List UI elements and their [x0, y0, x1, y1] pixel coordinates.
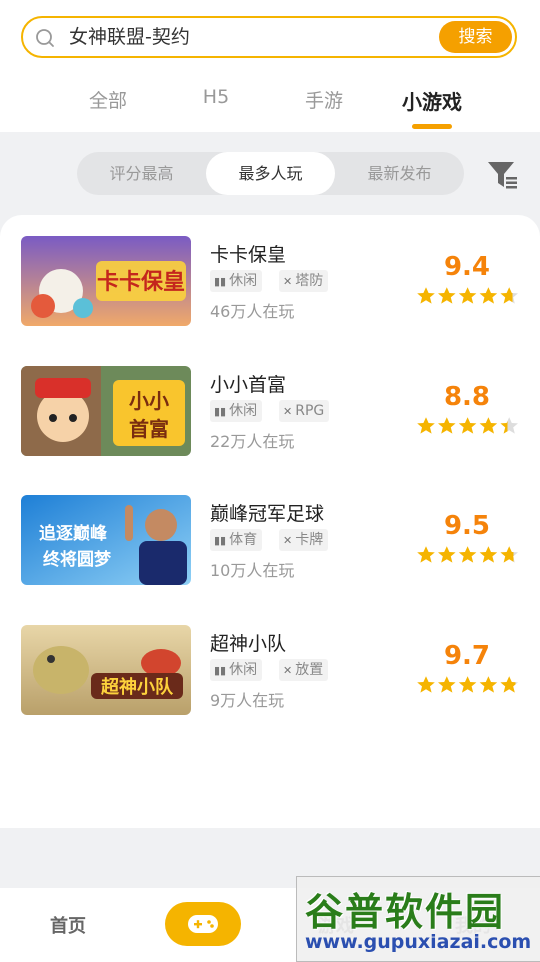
star-icon — [417, 417, 435, 434]
category-tabs: 全部 H5 手游 小游戏 — [0, 80, 540, 132]
tag-type: ✕ 卡牌 — [279, 529, 329, 551]
book-icon: ▮▮ — [214, 534, 227, 547]
game-list: 卡卡保皇 卡卡保皇 ▮▮ 休闲 ✕ 塔防 46万人在玩 9.4 小小 首富 小小首富… — [0, 215, 540, 828]
sort-newest[interactable]: 最新发布 — [335, 152, 464, 195]
nav-games-button[interactable] — [165, 902, 241, 946]
nav-home[interactable]: 首页 — [50, 912, 86, 938]
tag-genre: ▮▮ 休闲 — [210, 400, 263, 422]
game-score: 9.7 — [443, 641, 491, 671]
star-icon — [458, 546, 477, 563]
svg-text:超神小队: 超神小队 — [101, 676, 174, 698]
star-icon — [438, 287, 456, 304]
game-row[interactable]: 小小 首富 小小首富 ▮▮ 休闲 ✕ RPG 22万人在玩 8.8 — [0, 366, 540, 466]
player-count: 10万人在玩 — [210, 561, 295, 580]
header: 女神联盟-契约 搜索 全部 H5 手游 小游戏 — [0, 0, 540, 132]
star-icon — [500, 546, 518, 563]
tab-h5[interactable]: H5 — [171, 86, 261, 108]
search-icon — [36, 29, 54, 47]
svg-text:小小: 小小 — [129, 389, 169, 413]
svg-text:终将圆梦: 终将圆梦 — [43, 549, 112, 570]
watermark-title: 谷普软件园 — [305, 890, 506, 934]
gamepad-icon — [188, 915, 218, 933]
star-icon — [458, 287, 477, 304]
game-name[interactable]: 巅峰冠军足球 — [210, 499, 324, 526]
tag-genre: ▮▮ 休闲 — [210, 659, 263, 681]
sort-segmented-control: 评分最高 最多人玩 最新发布 — [77, 152, 464, 195]
star-icon — [417, 287, 435, 304]
game-score: 8.8 — [443, 382, 491, 412]
star-icon — [417, 546, 435, 563]
watermark: 谷普软件园 www.gupuxiazai.com — [296, 876, 540, 962]
swords-icon: ✕ — [283, 405, 293, 418]
star-icon — [417, 676, 435, 693]
svg-text:追逐巅峰: 追逐巅峰 — [39, 523, 108, 544]
search-bar[interactable]: 女神联盟-契约 搜索 — [21, 16, 517, 58]
search-button[interactable]: 搜索 — [439, 21, 512, 53]
star-icon — [458, 417, 477, 434]
game-thumbnail: 卡卡保皇 — [21, 236, 191, 326]
tab-mini-games[interactable]: 小游戏 — [387, 86, 477, 115]
game-row[interactable]: 超神小队 超神小队 ▮▮ 休闲 ✕ 放置 9万人在玩 9.7 — [0, 625, 540, 725]
game-row[interactable]: 卡卡保皇 卡卡保皇 ▮▮ 休闲 ✕ 塔防 46万人在玩 9.4 — [0, 236, 540, 336]
game-thumbnail: 小小 首富 — [21, 366, 191, 456]
star-icon — [479, 417, 498, 434]
player-count: 22万人在玩 — [210, 432, 295, 451]
game-name[interactable]: 小小首富 — [210, 370, 286, 397]
active-tab-indicator — [412, 124, 452, 129]
star-icon — [458, 676, 477, 693]
game-score: 9.4 — [443, 252, 491, 282]
watermark-url: www.gupuxiazai.com — [305, 931, 532, 953]
star-icon — [500, 287, 518, 304]
tag-genre: ▮▮ 休闲 — [210, 270, 263, 292]
star-rating — [417, 417, 518, 434]
filter-icon[interactable] — [486, 160, 518, 190]
game-thumbnail: 超神小队 — [21, 625, 191, 715]
svg-text:首富: 首富 — [129, 417, 169, 441]
star-icon — [500, 676, 518, 693]
book-icon: ▮▮ — [214, 275, 227, 288]
swords-icon: ✕ — [283, 275, 293, 288]
star-rating — [417, 546, 518, 563]
game-score: 9.5 — [443, 511, 491, 541]
book-icon: ▮▮ — [214, 405, 227, 418]
tag-genre: ▮▮ 体育 — [210, 529, 263, 551]
swords-icon: ✕ — [283, 534, 293, 547]
game-name[interactable]: 卡卡保皇 — [210, 240, 286, 267]
thumbnail-title: 卡卡保皇 — [97, 269, 185, 295]
star-icon — [479, 287, 498, 304]
game-row[interactable]: 追逐巅峰 终将圆梦 巅峰冠军足球 ▮▮ 体育 ✕ 卡牌 10万人在玩 9.5 — [0, 495, 540, 595]
star-icon — [438, 417, 456, 434]
tab-all[interactable]: 全部 — [63, 86, 153, 113]
book-icon: ▮▮ — [214, 664, 227, 677]
player-count: 46万人在玩 — [210, 302, 295, 321]
tab-mobile-games[interactable]: 手游 — [279, 86, 369, 113]
tag-type: ✕ 放置 — [279, 659, 329, 681]
game-thumbnail: 追逐巅峰 终将圆梦 — [21, 495, 191, 585]
tag-type: ✕ 塔防 — [279, 270, 329, 292]
star-icon — [479, 546, 498, 563]
star-icon — [438, 676, 456, 693]
star-icon — [438, 546, 456, 563]
star-rating — [417, 287, 518, 304]
search-input[interactable]: 女神联盟-契约 — [69, 18, 190, 56]
star-icon — [479, 676, 498, 693]
sort-most-played[interactable]: 最多人玩 — [206, 152, 335, 195]
swords-icon: ✕ — [283, 664, 293, 677]
tag-type: ✕ RPG — [279, 400, 330, 422]
star-icon — [500, 417, 518, 434]
player-count: 9万人在玩 — [210, 691, 285, 710]
sort-top-rated[interactable]: 评分最高 — [77, 152, 206, 195]
star-rating — [417, 676, 518, 693]
game-name[interactable]: 超神小队 — [210, 629, 286, 656]
